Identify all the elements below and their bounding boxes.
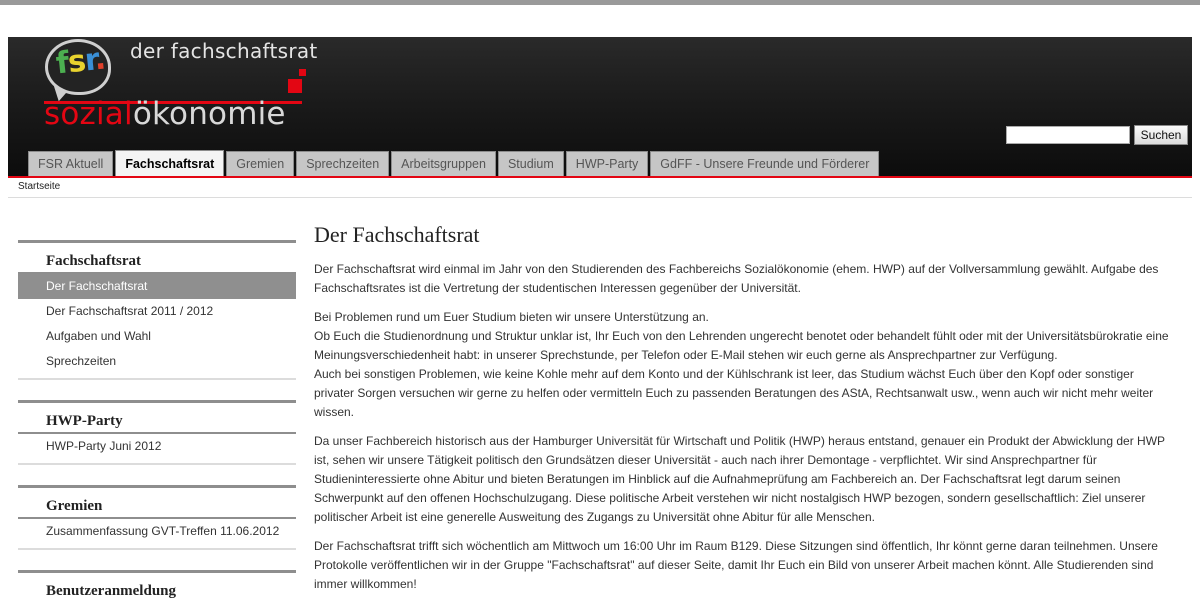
sidebar-heading: Benutzeranmeldung <box>18 570 296 600</box>
sidebar-block-benutzeranmeldung: Benutzeranmeldung <box>18 570 296 600</box>
logo-wordmark-light: ökonomie <box>132 96 286 132</box>
sidebar-item-aufgaben-und-wahl[interactable]: Aufgaben und Wahl <box>18 324 296 349</box>
sidebar-item-gvt-treffen[interactable]: Zusammenfassung GVT-Treffen 11.06.2012 <box>18 519 296 544</box>
logo-small-square <box>299 69 306 76</box>
sidebar-block-divider <box>18 374 296 380</box>
tab-fachschaftsrat[interactable]: Fachschaftsrat <box>115 150 225 178</box>
tab-hwp-party[interactable]: HWP-Party <box>565 151 649 177</box>
sidebar-item-fachschaftsrat-2011-2012[interactable]: Der Fachschaftsrat 2011 / 2012 <box>18 299 296 324</box>
paragraph-meetings: Der Fachschaftsrat trifft sich wöchentli… <box>314 539 1158 591</box>
page-title: Der Fachschaftsrat <box>314 222 480 247</box>
main-navigation: FSR Aktuell Fachschaftsrat Gremien Sprec… <box>28 150 880 178</box>
paragraph-support-line-1: Bei Problemen rund um Euer Studium biete… <box>314 310 709 324</box>
logo-wordmark[interactable]: sozialökonomie <box>44 99 286 130</box>
search-button[interactable]: Suchen <box>1134 125 1188 145</box>
tab-fsr-aktuell[interactable]: FSR Aktuell <box>28 151 114 177</box>
sidebar: Fachschaftsrat Der Fachschaftsrat Der Fa… <box>18 240 296 600</box>
search-form: Suchen <box>1006 125 1192 145</box>
breadcrumb-link-startseite[interactable]: Startseite <box>18 181 60 192</box>
paragraph-support-line-2: Ob Euch die Studienordnung und Struktur … <box>314 329 1169 362</box>
logo-wordmark-red: sozial <box>44 96 133 132</box>
tab-arbeitsgruppen[interactable]: Arbeitsgruppen <box>391 151 496 177</box>
browser-top-bar <box>0 0 1200 5</box>
sidebar-block-gremien: Gremien Zusammenfassung GVT-Treffen 11.0… <box>18 485 296 550</box>
paragraph-support: Bei Problemen rund um Euer Studium biete… <box>314 308 1174 422</box>
tab-gremien[interactable]: Gremien <box>226 151 295 177</box>
sidebar-heading: Fachschaftsrat <box>18 240 296 274</box>
logo-fsr-mark[interactable]: fsr. <box>54 41 107 82</box>
sidebar-item-sprechzeiten[interactable]: Sprechzeiten <box>18 349 296 374</box>
paragraph-history: Da unser Fachbereich historisch aus der … <box>314 434 1165 524</box>
sidebar-heading: Gremien <box>18 485 296 519</box>
main-content: Der Fachschaftsrat Der Fachschaftsrat wi… <box>314 222 1174 600</box>
sidebar-item-hwp-party-juni-2012[interactable]: HWP-Party Juni 2012 <box>18 434 296 459</box>
logo-tagline: der fachschaftsrat <box>130 39 318 63</box>
logo-dot: . <box>92 41 107 78</box>
tab-gdff[interactable]: GdFF - Unsere Freunde und Förderer <box>650 151 880 177</box>
sidebar-block-hwp-party: HWP-Party HWP-Party Juni 2012 <box>18 400 296 465</box>
breadcrumb: Startseite <box>8 178 1192 198</box>
sidebar-block-divider <box>18 459 296 465</box>
paragraph-intro: Der Fachschaftsrat wird einmal im Jahr v… <box>314 262 1159 295</box>
tab-sprechzeiten[interactable]: Sprechzeiten <box>296 151 390 177</box>
sidebar-block-divider <box>18 544 296 550</box>
sidebar-block-fachschaftsrat: Fachschaftsrat Der Fachschaftsrat Der Fa… <box>18 240 296 380</box>
sidebar-item-der-fachschaftsrat[interactable]: Der Fachschaftsrat <box>18 274 296 299</box>
search-input[interactable] <box>1006 126 1130 144</box>
tab-studium[interactable]: Studium <box>497 151 564 177</box>
sidebar-heading: HWP-Party <box>18 400 296 434</box>
logo-square <box>288 79 302 93</box>
paragraph-support-line-3: Auch bei sonstigen Problemen, wie keine … <box>314 367 1154 419</box>
